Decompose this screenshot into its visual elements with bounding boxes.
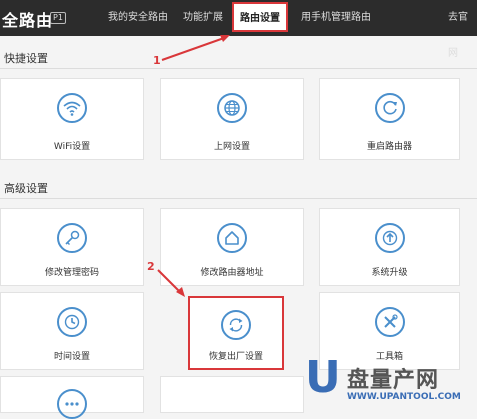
step-number-1: 1 bbox=[153, 54, 161, 67]
step-number-2: 2 bbox=[147, 260, 155, 273]
watermark-logo: U bbox=[305, 352, 341, 403]
watermark-url: WWW.UPANTOOL.COM bbox=[347, 392, 461, 402]
watermark-brand: 盘量产网 bbox=[347, 368, 440, 393]
watermark: U 盘量产网 WWW.UPANTOOL.COM bbox=[303, 356, 473, 410]
annotation-arrows bbox=[157, 35, 230, 297]
